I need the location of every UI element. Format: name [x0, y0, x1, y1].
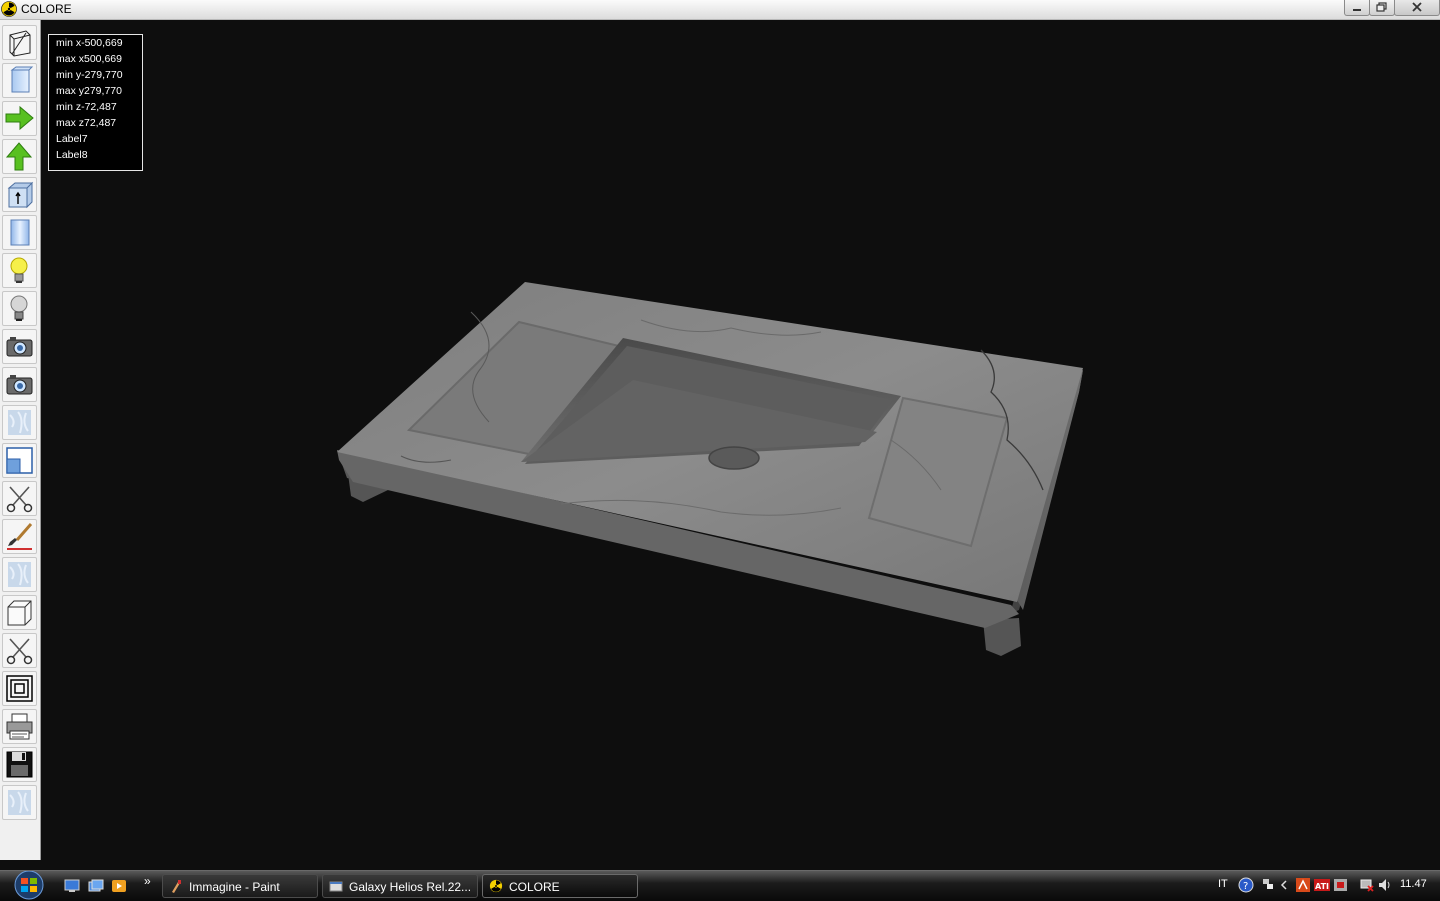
max-z-label: max z72,487	[56, 117, 117, 129]
language-indicator[interactable]: IT	[1218, 878, 1228, 890]
light-on-icon	[10, 257, 28, 283]
save-button[interactable]	[2, 747, 37, 782]
restore-button[interactable]	[1369, 0, 1395, 16]
solid-view-icon	[10, 66, 34, 93]
viewport-button[interactable]	[2, 443, 37, 478]
extrude-icon	[7, 181, 34, 209]
bounds-info-panel: min x-500,669 max x500,669 min y-279,770…	[48, 34, 143, 171]
light-off-button[interactable]	[2, 291, 37, 326]
panel-icon	[10, 219, 30, 246]
frame-button[interactable]	[2, 671, 37, 706]
network-icon[interactable]	[1262, 877, 1274, 893]
max-y-label: max y279,770	[56, 85, 122, 97]
minimize-button[interactable]	[1344, 0, 1370, 16]
media-player-icon[interactable]	[111, 879, 127, 893]
help-icon[interactable]: ?	[1238, 877, 1254, 893]
camera-button[interactable]	[2, 329, 37, 364]
min-y-label: min y-279,770	[56, 69, 123, 81]
galaxy-helios-app-icon	[329, 881, 343, 892]
switch-windows-icon[interactable]	[88, 879, 104, 893]
volume-icon[interactable]	[1377, 877, 1393, 893]
close-icon	[1412, 2, 1422, 12]
camera-icon	[6, 337, 33, 357]
min-x-label: min x-500,669	[56, 37, 123, 49]
move-right-button[interactable]	[2, 101, 37, 136]
taskbar-button-label: Galaxy Helios Rel.22...	[349, 880, 472, 894]
camera-2-icon	[6, 375, 33, 395]
svg-text:?: ?	[1243, 881, 1248, 892]
panel-button[interactable]	[2, 215, 37, 250]
marble-washbasin-model	[337, 282, 1083, 656]
scissors-icon	[6, 486, 33, 513]
show-desktop-icon[interactable]	[64, 879, 80, 893]
viewport-icon	[6, 447, 33, 474]
taskbar-button-paint[interactable]: Immagine - Paint	[162, 874, 318, 898]
label8: Label8	[56, 149, 88, 161]
label7: Label7	[56, 133, 88, 145]
window-title: COLORE	[21, 2, 72, 16]
chevron-left-icon[interactable]	[1279, 879, 1289, 891]
3d-viewport[interactable]	[41, 20, 1440, 870]
title-bar: COLORE	[0, 0, 1440, 20]
graphics-driver-icon[interactable]	[1295, 877, 1311, 893]
wireframe-tool-button[interactable]	[2, 25, 37, 60]
close-button[interactable]	[1394, 0, 1440, 16]
taskbar-button-label: COLORE	[509, 880, 560, 894]
texture-button[interactable]	[2, 405, 37, 440]
security-icon[interactable]	[1333, 877, 1349, 893]
taskbar-button-colore[interactable]: COLORE	[482, 874, 638, 898]
tool-palette	[0, 20, 41, 860]
light-off-icon	[10, 295, 28, 321]
clock[interactable]: 11.47	[1400, 878, 1427, 890]
taskbar-button-galaxy-helios[interactable]: Galaxy Helios Rel.22...	[322, 874, 478, 898]
radiation-icon	[489, 879, 503, 893]
move-up-button[interactable]	[2, 139, 37, 174]
texture-icon	[8, 410, 31, 435]
minimize-icon	[1353, 9, 1361, 11]
light-on-button[interactable]	[2, 253, 37, 288]
taskbar-button-label: Immagine - Paint	[189, 880, 280, 894]
scissors-2-icon	[6, 638, 33, 665]
arrow-up-icon	[5, 142, 33, 171]
frame-icon	[6, 675, 33, 702]
taskbar: » Immagine - Paint Galaxy Helios Rel.22.…	[0, 870, 1440, 901]
texture-2-button[interactable]	[2, 557, 37, 592]
brush-icon	[7, 523, 33, 550]
min-z-label: min z-72,487	[56, 101, 117, 113]
max-x-label: max x500,669	[56, 53, 122, 65]
arrow-right-icon	[5, 105, 34, 131]
cut-button[interactable]	[2, 481, 37, 516]
restore-icon	[1376, 2, 1387, 12]
texture-3-button[interactable]	[2, 785, 37, 820]
box-button[interactable]	[2, 595, 37, 630]
ati-icon[interactable]: ATI	[1313, 877, 1331, 893]
texture-2-icon	[8, 562, 31, 587]
paint-brush-button[interactable]	[2, 519, 37, 554]
network-status-icon[interactable]	[1359, 877, 1375, 893]
box-icon	[7, 600, 32, 626]
cut-2-button[interactable]	[2, 633, 37, 668]
paint-app-icon	[172, 880, 181, 893]
radiation-icon	[1, 1, 17, 17]
print-button[interactable]	[2, 709, 37, 744]
start-button[interactable]	[8, 871, 50, 901]
save-icon	[6, 751, 33, 778]
solid-view-button[interactable]	[2, 63, 37, 98]
camera-2-button[interactable]	[2, 367, 37, 402]
texture-3-icon	[8, 790, 31, 815]
wireframe-icon	[9, 30, 31, 57]
svg-text:ATI: ATI	[1315, 882, 1329, 891]
quicklaunch-overflow[interactable]: »	[144, 874, 151, 888]
extrude-button[interactable]	[2, 177, 37, 212]
printer-icon	[6, 713, 33, 740]
